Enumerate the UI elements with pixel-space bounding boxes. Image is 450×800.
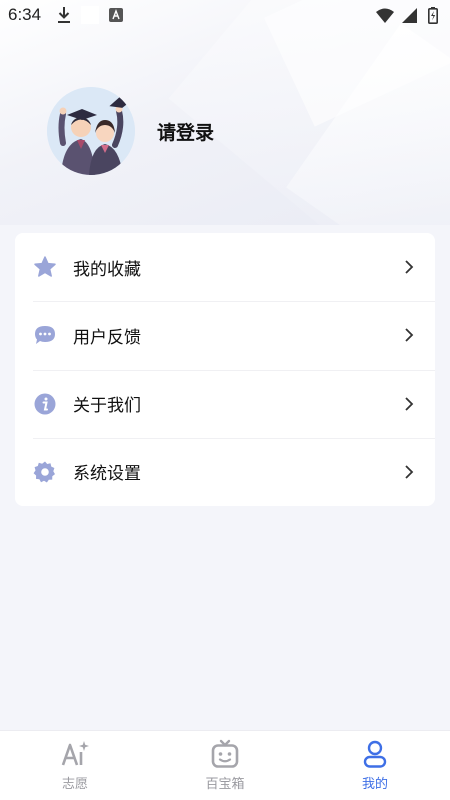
graduates-avatar	[47, 87, 135, 175]
avatar[interactable]	[47, 87, 135, 175]
menu-card: 我的收藏 用户反馈 关于我们 系统设置	[15, 233, 435, 506]
chevron-right-icon	[403, 326, 415, 344]
tab-mine[interactable]: 我的	[300, 731, 450, 800]
robot-box-icon	[210, 739, 240, 769]
status-time: 6:34	[8, 5, 42, 24]
tab-volunteer[interactable]: 志愿	[0, 731, 150, 800]
signal-icon	[400, 6, 418, 24]
tab-toolbox[interactable]: 百宝箱	[150, 731, 300, 800]
menu-item-label: 关于我们	[73, 396, 141, 417]
user-icon	[360, 739, 390, 769]
chevron-right-icon	[403, 258, 415, 276]
menu-item-about-us[interactable]: 关于我们	[15, 369, 435, 438]
download-icon	[55, 6, 73, 24]
a-notification-icon	[107, 6, 125, 24]
info-icon	[33, 392, 57, 416]
chevron-right-icon	[403, 463, 415, 481]
gear-icon	[33, 460, 57, 484]
menu-item-settings[interactable]: 系统设置	[15, 437, 435, 506]
chevron-right-icon	[403, 395, 415, 413]
star-icon	[33, 255, 57, 279]
login-prompt[interactable]: 请登录	[157, 118, 214, 145]
menu-item-favorites[interactable]: 我的收藏	[15, 233, 435, 301]
menu-item-label: 用户反馈	[73, 327, 141, 348]
tab-label: 百宝箱	[205, 777, 245, 792]
menu-item-label: 我的收藏	[73, 259, 141, 280]
status-bar: 6:34	[0, 0, 450, 30]
menu-item-feedback[interactable]: 用户反馈	[15, 301, 435, 369]
battery-icon	[424, 6, 442, 24]
blank-notification-icon	[81, 6, 100, 24]
profile-section: 请登录	[47, 86, 214, 176]
menu-item-label: 系统设置	[73, 464, 141, 485]
tab-label: 志愿	[61, 777, 88, 792]
chat-bubble-icon	[33, 323, 57, 347]
tab-label: 我的	[361, 777, 388, 792]
bottom-navigation: 志愿 百宝箱 我的	[0, 730, 450, 800]
ai-sparkle-icon	[60, 739, 90, 769]
wifi-icon	[376, 6, 394, 24]
